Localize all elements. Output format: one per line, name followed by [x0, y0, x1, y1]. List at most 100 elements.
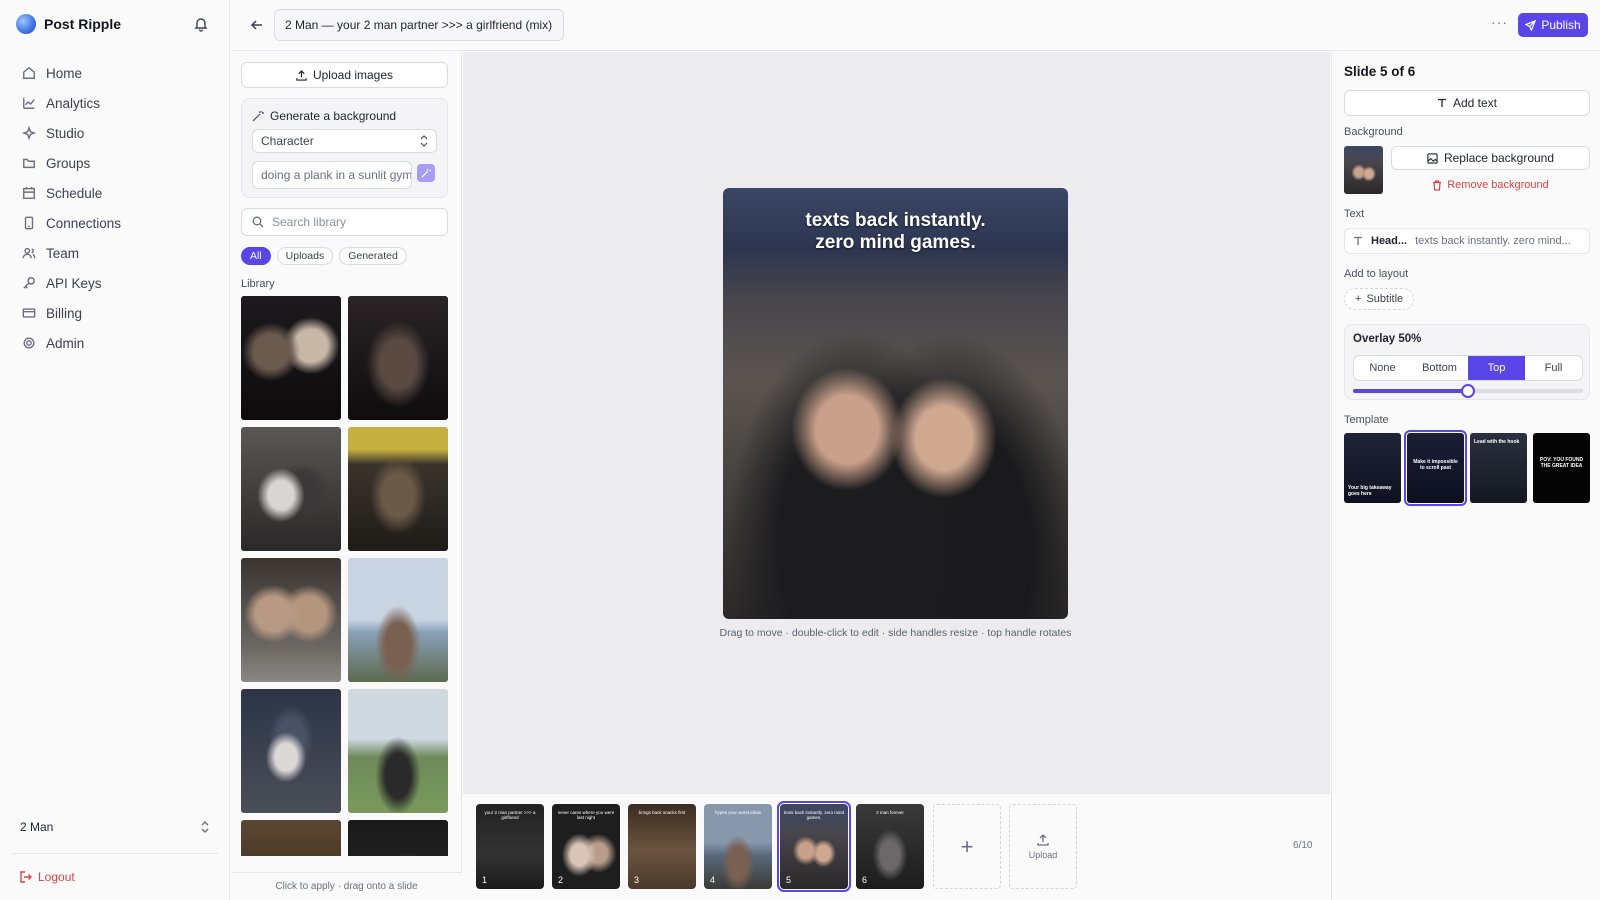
search-icon: [252, 216, 264, 228]
slide-frame-4[interactable]: hypes your worst ideas 4: [704, 804, 772, 889]
image-icon: [1427, 152, 1438, 164]
chart-icon: [23, 97, 35, 109]
sidebar-item-home[interactable]: Home: [12, 58, 218, 88]
library-grid: [241, 296, 448, 856]
search-placeholder: Search library: [272, 215, 347, 229]
remove-background-button[interactable]: Remove background: [1391, 176, 1590, 194]
generate-title: Generate a background: [252, 109, 396, 123]
frame-number: 6: [862, 875, 868, 885]
template-option[interactable]: Make it impossible to scroll past: [1404, 430, 1467, 506]
add-slide-button[interactable]: +: [933, 804, 1001, 889]
frame-number: 2: [558, 875, 564, 885]
library-thumbnail[interactable]: [241, 689, 341, 813]
overlay-slider-handle[interactable]: [1461, 384, 1475, 398]
frame-number: 5: [786, 875, 792, 885]
gear-icon: [23, 337, 35, 349]
frame-caption: never cares where you were last night: [557, 810, 615, 820]
add-subtitle-button[interactable]: + Subtitle: [1344, 288, 1415, 310]
sidebar-item-connections[interactable]: Connections: [12, 208, 218, 238]
template-option[interactable]: Your big takeaway goes here: [1344, 433, 1401, 503]
overlay-title: Overlay 50%: [1353, 333, 1422, 345]
filter-chip-generated[interactable]: Generated: [339, 247, 407, 265]
brand[interactable]: Post Ripple: [16, 14, 121, 34]
logout-button[interactable]: Logout: [20, 870, 75, 884]
library-thumbnail[interactable]: [348, 427, 448, 551]
more-menu-button[interactable]: ···: [1491, 14, 1508, 30]
overlay-option-top[interactable]: Top: [1468, 356, 1525, 380]
sidebar-item-schedule[interactable]: Schedule: [12, 178, 218, 208]
slide-headline-line: texts back instantly.: [805, 210, 986, 231]
overlay-option-full[interactable]: Full: [1525, 356, 1582, 380]
text-icon: [1437, 98, 1446, 107]
sidebar-item-label: Home: [46, 65, 83, 81]
plus-icon: +: [1355, 293, 1362, 305]
library-footer-hint: Click to apply · drag onto a slide: [231, 872, 462, 900]
generate-button[interactable]: [417, 164, 435, 182]
upload-icon: [1037, 833, 1049, 846]
text-icon: [1354, 236, 1362, 245]
sidebar-item-label: Billing: [46, 305, 83, 321]
upload-images-button[interactable]: Upload images: [241, 62, 448, 88]
template-text: Make it impossible to scroll past: [1413, 459, 1458, 471]
overlay-option-none[interactable]: None: [1354, 356, 1411, 380]
library-thumbnail[interactable]: [348, 296, 448, 420]
upload-slide-button[interactable]: Upload: [1009, 804, 1077, 889]
text-layer-row[interactable]: Head... texts back instantly. zero mind.…: [1344, 228, 1590, 254]
library-thumbnail[interactable]: [241, 427, 341, 551]
filter-chip-all[interactable]: All: [241, 247, 271, 265]
sidebar-item-label: Groups: [46, 155, 91, 171]
carousel-title-input[interactable]: 2 Man — your 2 man partner >>> a girlfri…: [274, 9, 564, 41]
search-library-input[interactable]: Search library: [241, 208, 448, 236]
sidebar-item-analytics[interactable]: Analytics: [12, 88, 218, 118]
sidebar-item-api-keys[interactable]: API Keys: [12, 268, 218, 298]
library-thumbnail[interactable]: [241, 558, 341, 682]
library-thumbnail[interactable]: [241, 296, 341, 420]
sidebar-item-label: Analytics: [46, 95, 101, 111]
replace-background-button[interactable]: Replace background: [1391, 146, 1590, 170]
workspace-switcher[interactable]: 2 Man: [12, 812, 218, 842]
back-arrow-icon[interactable]: [249, 17, 265, 33]
sidebar-item-groups[interactable]: Groups: [12, 148, 218, 178]
library-thumbnail[interactable]: [348, 820, 448, 856]
bell-icon[interactable]: [193, 16, 209, 32]
slide-headline[interactable]: texts back instantly. zero mind games.: [723, 210, 1068, 254]
generate-prompt-input[interactable]: doing a plank in a sunlit gym: [252, 161, 412, 189]
sidebar-item-billing[interactable]: Billing: [12, 298, 218, 328]
brand-logo: [16, 14, 36, 34]
library-thumbnail[interactable]: [348, 558, 448, 682]
library-section-label: Library: [241, 278, 275, 290]
add-text-label: Add text: [1452, 96, 1498, 110]
template-option[interactable]: POV: YOU FOUND THE GREAT IDEA: [1533, 433, 1590, 503]
generate-title-label: Generate a background: [270, 109, 397, 123]
overlay-card: Overlay 50% None Bottom Top Full: [1344, 324, 1590, 400]
slide-frame-2[interactable]: never cares where you were last night 2: [552, 804, 620, 889]
subtitle-label: Subtitle: [1366, 293, 1404, 305]
slide-frame-5[interactable]: texts back instantly. zero mind games. 5: [777, 801, 851, 892]
upload-slide-label: Upload: [1028, 849, 1058, 860]
slide-headline-line: zero mind games.: [815, 232, 976, 253]
overlay-option-bottom[interactable]: Bottom: [1411, 356, 1468, 380]
frame-caption: your 2 man partner >>> a girlfriend: [484, 810, 536, 820]
library-thumbnail[interactable]: [241, 820, 341, 856]
filter-chip-uploads[interactable]: Uploads: [276, 247, 334, 265]
top-bar: 2 Man — your 2 man partner >>> a girlfri…: [231, 0, 1600, 51]
slide-frame-6[interactable]: 2 man forever 6: [856, 804, 924, 889]
template-text: Lead with the hook: [1474, 439, 1520, 445]
logout-icon: [20, 871, 32, 883]
slide-preview[interactable]: texts back instantly. zero mind games.: [723, 188, 1068, 619]
slide-frame-3[interactable]: brings back snacks first 3: [628, 804, 696, 889]
template-label: Template: [1344, 414, 1389, 426]
library-thumbnail[interactable]: [348, 689, 448, 813]
sidebar-item-studio[interactable]: Studio: [12, 118, 218, 148]
frame-caption: hypes your worst ideas: [714, 810, 762, 815]
template-text: POV: YOU FOUND THE GREAT IDEA: [1539, 457, 1584, 469]
template-option[interactable]: Lead with the hook: [1470, 433, 1527, 503]
add-text-button[interactable]: Add text: [1344, 90, 1590, 116]
frame-number: 1: [482, 875, 488, 885]
publish-button[interactable]: Publish: [1518, 13, 1588, 37]
card-icon: [22, 308, 36, 318]
slide-frame-1[interactable]: your 2 man partner >>> a girlfriend 1: [476, 804, 544, 889]
sidebar-item-team[interactable]: Team: [12, 238, 218, 268]
sidebar-item-admin[interactable]: Admin: [12, 328, 218, 358]
generate-type-select[interactable]: Character: [252, 129, 437, 153]
